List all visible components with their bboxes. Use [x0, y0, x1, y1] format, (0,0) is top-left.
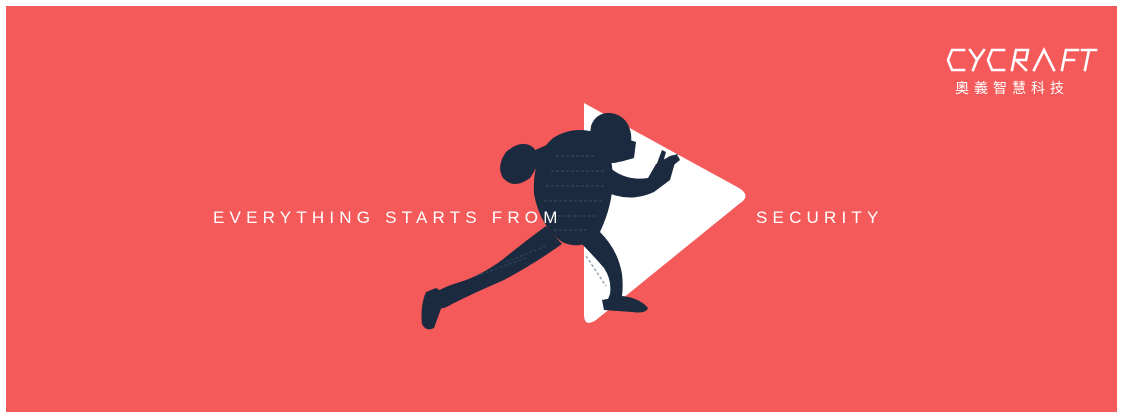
- cycraft-banner: EVERYTHING STARTS FROM SECURITY 奧義智慧科技: [6, 6, 1117, 412]
- tagline-right: SECURITY: [756, 208, 884, 227]
- cycraft-logo: [946, 47, 1098, 72]
- tagline-left: EVERYTHING STARTS FROM: [213, 208, 563, 227]
- logo-subtitle: 奧義智慧科技: [955, 81, 1069, 97]
